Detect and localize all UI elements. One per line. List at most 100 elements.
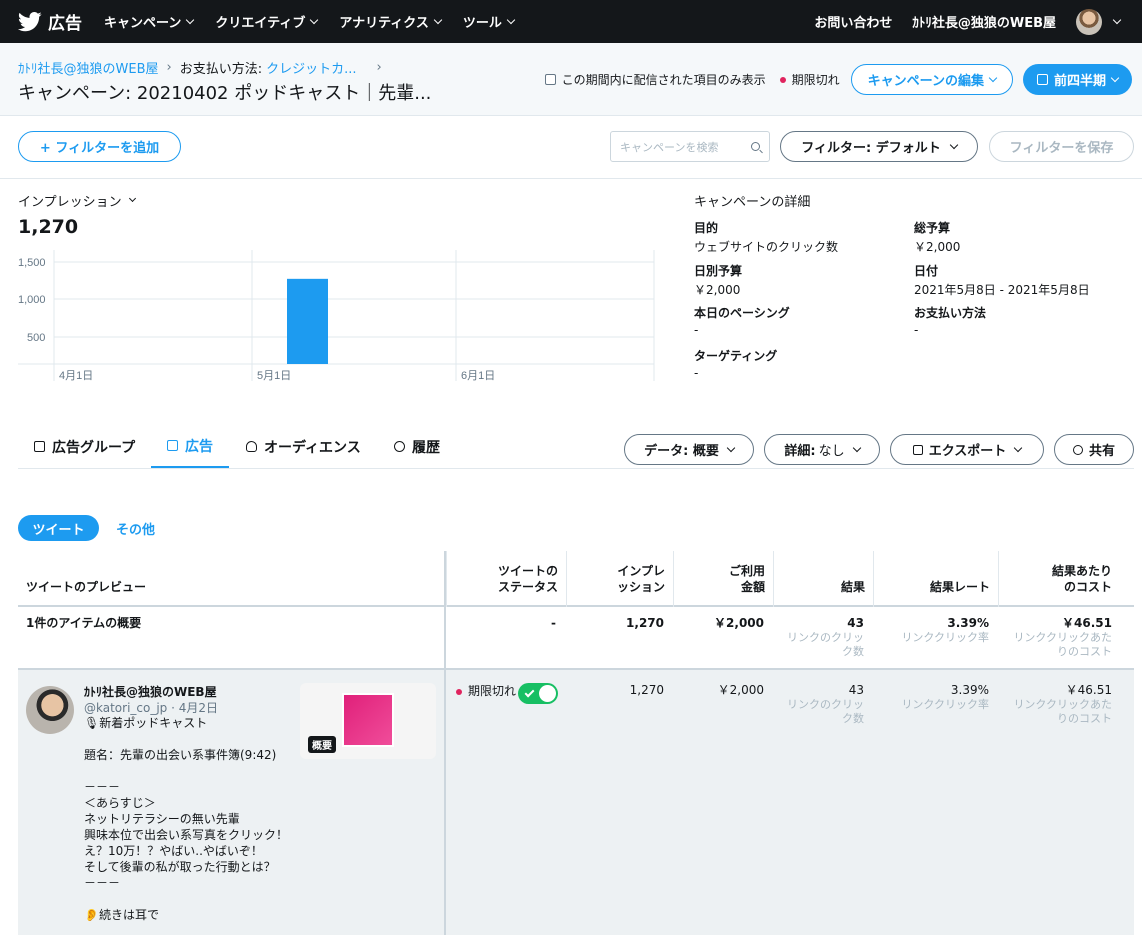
col-header-impressions[interactable]: インプレ ッション	[566, 551, 673, 607]
chevron-down-icon	[852, 443, 861, 452]
avatar	[26, 686, 74, 734]
details-dropdown-value: なし	[818, 444, 845, 459]
detail-pacing: 本日のペーシング -	[694, 304, 790, 337]
x-tick-label: 5月1日	[257, 370, 291, 382]
tab-ads[interactable]: 広告	[151, 425, 229, 468]
nav-tools[interactable]: ツール	[462, 12, 516, 31]
breadcrumb-separator: ›	[166, 60, 172, 75]
chevron-down-icon	[186, 15, 195, 24]
summary-cost-sub: リンククリックあた りのコスト	[1013, 631, 1112, 658]
calendar-icon	[1036, 74, 1048, 85]
tab-history[interactable]: 履歴	[378, 425, 456, 468]
link-icon	[1072, 444, 1083, 455]
summary-results-sub: リンクのクリッ ク数	[787, 631, 864, 658]
summary-results-value: 43	[847, 616, 864, 630]
ad-spend: ￥2,000	[717, 683, 764, 697]
summary-spend: ￥2,000	[714, 616, 764, 630]
nav-tools-label: ツール	[462, 16, 502, 31]
detail-label: 日付	[914, 264, 939, 278]
chevron-down-icon	[506, 15, 516, 24]
nav-analytics[interactable]: アナリティクス	[339, 12, 443, 31]
detail-value: -	[694, 323, 699, 337]
checkbox-box[interactable]	[544, 74, 556, 85]
add-filter-button[interactable]: + フィルターを追加	[18, 131, 181, 162]
details-dropdown-label: 詳細:	[784, 444, 816, 459]
campaign-header: ｶﾄﾘ社長@独狼のWEB屋 › お支払い方法: クレジットカ... › キャンペ…	[0, 43, 1142, 116]
ad-active-toggle[interactable]	[518, 683, 558, 704]
nav-creatives[interactable]: クリエイティブ	[215, 12, 319, 31]
summary-rate-sub: リンククリック率	[901, 631, 989, 644]
status-label: 期限切れ	[791, 73, 840, 87]
edit-campaign-label: キャンペーンの編集	[867, 74, 984, 89]
ad-cost: ￥46.51 リンククリックあた りのコスト	[1013, 683, 1112, 726]
ad-results-sub: リンクのクリッ ク数	[787, 698, 864, 725]
period-only-checkbox[interactable]: この期間内に配信された項目のみ表示	[544, 71, 766, 88]
col-header-cost-per-result[interactable]: 結果あたり のコスト	[998, 551, 1120, 607]
impressions-chart: 1,500 1,000 500 4月1日 5月1日 6月1日	[18, 250, 655, 382]
col-header-spend[interactable]: ご利用 金額	[673, 551, 773, 607]
ad-results-value: 43	[848, 683, 864, 697]
y-tick-label: 1,000	[18, 294, 46, 306]
chevron-down-icon	[310, 15, 319, 24]
filter-default-button[interactable]: フィルター: デフォルト	[780, 131, 978, 162]
podcast-cover-image	[342, 693, 394, 747]
tab-label: 履歴	[412, 439, 440, 456]
logo[interactable]: 広告	[18, 9, 82, 34]
nav-analytics-label: アナリティクス	[339, 16, 429, 31]
share-button[interactable]: 共有	[1054, 434, 1134, 465]
logo-text: 広告	[48, 14, 82, 34]
account-avatar[interactable]	[1076, 8, 1102, 35]
edit-campaign-button[interactable]: キャンペーンの編集	[850, 64, 1013, 95]
tweet-author: ｶﾄﾘ社長@独狼のWEB屋	[84, 685, 217, 699]
ad-rate-sub: リンククリック率	[901, 698, 989, 711]
col-header-preview[interactable]: ツイートのプレビュー	[18, 551, 444, 607]
status-dot-icon	[456, 689, 462, 695]
status-dot-icon	[779, 76, 786, 83]
summary-badge: 概要	[308, 736, 336, 753]
export-dropdown[interactable]: エクスポート	[890, 434, 1044, 465]
detail-daily-budget: 日別予算 ￥2,000	[694, 262, 742, 298]
summary-status: -	[551, 616, 556, 630]
campaign-status: 期限切れ	[779, 71, 840, 88]
segment-other[interactable]: その他	[116, 515, 155, 541]
ad-cost-value: ￥46.51	[1065, 683, 1112, 697]
detail-targeting: ターゲティング -	[694, 347, 777, 380]
breadcrumb-payment-label: お支払い方法:	[179, 62, 263, 77]
campaign-search-input[interactable]: キャンペーンを検索	[610, 131, 770, 162]
data-summary-dropdown[interactable]: データ: 概要	[624, 434, 754, 465]
breadcrumb-separator: ›	[376, 60, 382, 75]
col-header-results[interactable]: 結果	[773, 551, 873, 607]
y-tick-label: 500	[27, 332, 45, 344]
metric-selector[interactable]: インプレッション	[18, 191, 136, 210]
col-header-status[interactable]: ツイートの ステータス	[446, 551, 566, 607]
summary-row: 1件のアイテムの概要 - 1,270 ￥2,000 43 リンクのクリッ ク数 3…	[18, 607, 1134, 670]
detail-label: 日別予算	[694, 264, 743, 278]
ad-impressions: 1,270	[629, 683, 664, 697]
ad-status-label: 期限切れ	[468, 684, 517, 698]
nav-campaigns-label: キャンペーン	[104, 16, 182, 31]
save-filter-button[interactable]: フィルターを保存	[989, 131, 1134, 162]
data-summary-label: データ: 概要	[644, 444, 719, 459]
y-tick-label: 1,500	[18, 257, 46, 269]
detail-label: お支払い方法	[914, 306, 987, 320]
chevron-down-icon[interactable]	[1112, 15, 1122, 24]
toggle-knob	[539, 685, 556, 702]
nav-contact[interactable]: お問い合わせ	[814, 12, 892, 31]
date-period-button[interactable]: 前四半期	[1022, 64, 1132, 95]
tweet-media-thumbnail[interactable]: 概要	[300, 683, 436, 759]
breadcrumb-payment-value[interactable]: クレジットカ...	[266, 58, 356, 77]
tab-ad-groups[interactable]: 広告グループ	[18, 425, 151, 468]
search-icon	[751, 142, 760, 151]
segment-tweets[interactable]: ツイート	[18, 515, 99, 541]
nav-campaigns[interactable]: キャンペーン	[104, 12, 195, 31]
people-icon	[246, 441, 257, 452]
tab-audiences[interactable]: オーディエンス	[230, 425, 377, 468]
col-header-result-rate[interactable]: 結果レート	[873, 551, 998, 607]
tab-label: 広告	[185, 438, 213, 455]
date-period-label: 前四半期	[1053, 74, 1106, 89]
nav-account-name[interactable]: ｶﾄﾘ社長@独狼のWEB屋	[912, 12, 1056, 31]
chart-bar[interactable]	[287, 278, 328, 364]
breadcrumb-account[interactable]: ｶﾄﾘ社長@独狼のWEB屋	[18, 58, 159, 77]
table-row[interactable]: ｶﾄﾘ社長@独狼のWEB屋 @katori_co_jp · 4月2日 🎙新着ポッ…	[18, 670, 1134, 935]
details-dropdown[interactable]: 詳細: なし	[764, 434, 880, 465]
